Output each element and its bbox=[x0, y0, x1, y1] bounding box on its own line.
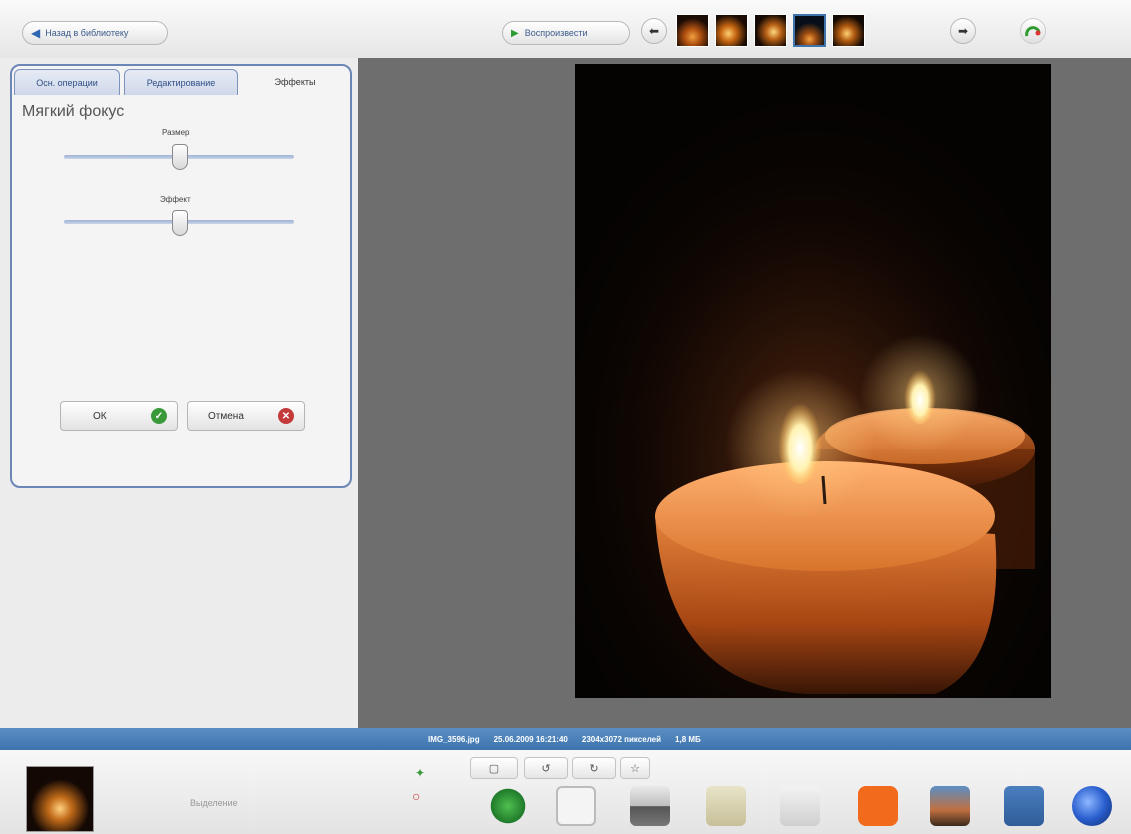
effect-slider-thumb[interactable] bbox=[172, 210, 188, 236]
status-filename: IMG_3596.jpg bbox=[428, 734, 480, 744]
fit-view-button[interactable]: ▢ bbox=[470, 757, 518, 779]
tab-editing-label: Редактирование bbox=[146, 77, 216, 88]
tab-editing[interactable]: Редактирование bbox=[124, 69, 238, 95]
status-filesize: 1,8 МБ bbox=[675, 734, 701, 744]
email-icon[interactable] bbox=[556, 786, 596, 826]
status-datetime: 25.06.2009 16:21:40 bbox=[493, 734, 568, 744]
filmstrip-thumbnail[interactable] bbox=[832, 14, 865, 47]
play-label: Воспроизвести bbox=[524, 28, 588, 38]
movie-icon[interactable] bbox=[1004, 786, 1044, 826]
size-label: Размер bbox=[162, 128, 190, 137]
selection-preview-thumbnail[interactable] bbox=[26, 766, 94, 832]
candles-photo bbox=[575, 64, 1051, 698]
status-bar: IMG_3596.jpg 25.06.2009 16:21:40 2304x30… bbox=[0, 728, 1131, 750]
blogger-icon[interactable] bbox=[858, 786, 898, 826]
fit-icon: ▢ bbox=[488, 762, 500, 775]
rotate-left-button[interactable]: ↺ bbox=[524, 757, 568, 779]
size-slider-thumb[interactable] bbox=[172, 144, 188, 170]
ok-button[interactable]: ОК ✓ bbox=[60, 401, 178, 431]
tab-effects[interactable]: Эффекты bbox=[242, 69, 348, 95]
rotate-arrow-icon bbox=[1025, 26, 1041, 37]
back-to-library-label: Назад в библиотеку bbox=[45, 28, 129, 38]
left-arrow-icon: ⬅ bbox=[648, 24, 660, 38]
checkmark-icon: ✓ bbox=[151, 408, 167, 424]
photo-image bbox=[575, 64, 1051, 698]
previous-photo-button[interactable]: ⬅ bbox=[641, 18, 667, 44]
tab-effects-label: Эффекты bbox=[274, 77, 316, 87]
star-button[interactable]: ☆ bbox=[620, 757, 650, 779]
back-arrow-icon: ◀ bbox=[31, 26, 41, 40]
cancel-icon: ✕ bbox=[278, 408, 294, 424]
folder-icon[interactable] bbox=[706, 786, 746, 826]
filmstrip-thumbnail-selected[interactable] bbox=[793, 14, 826, 47]
star-icon: ☆ bbox=[630, 762, 640, 775]
add-to-tray-icon[interactable]: ✦ bbox=[415, 766, 425, 780]
filmstrip-thumbnail[interactable] bbox=[754, 14, 787, 47]
remove-from-tray-icon[interactable]: ○ bbox=[412, 788, 420, 804]
google-earth-icon[interactable] bbox=[1072, 786, 1112, 826]
filmstrip-thumbnail[interactable] bbox=[676, 14, 709, 47]
tab-basic-operations-label: Осн. операции bbox=[36, 77, 98, 88]
print-icon[interactable] bbox=[630, 786, 670, 826]
desktop-wallpaper-icon[interactable] bbox=[930, 786, 970, 826]
right-arrow-icon: ➡ bbox=[957, 24, 969, 38]
play-icon: ▶ bbox=[511, 27, 519, 39]
collage-icon[interactable] bbox=[780, 786, 820, 826]
rotate-right-icon: ↻ bbox=[589, 762, 599, 775]
rotate-left-icon: ↺ bbox=[541, 762, 551, 775]
ok-label: ОК bbox=[93, 410, 107, 422]
cancel-button[interactable]: Отмена ✕ bbox=[187, 401, 305, 431]
status-dimensions: 2304x3072 пикселей bbox=[581, 734, 662, 744]
next-photo-button[interactable]: ➡ bbox=[950, 18, 976, 44]
effect-title: Мягкий фокус bbox=[22, 103, 125, 120]
effect-label: Эффект bbox=[160, 195, 191, 204]
upload-icon[interactable] bbox=[488, 786, 528, 826]
play-slideshow-button[interactable]: ▶ Воспроизвести bbox=[502, 21, 630, 45]
selection-preview-label: Выделение bbox=[190, 798, 238, 808]
rotate-view-button[interactable] bbox=[1020, 18, 1046, 44]
back-to-library-button[interactable]: ◀ Назад в библиотеку bbox=[22, 21, 168, 45]
filmstrip-thumbnail[interactable] bbox=[715, 14, 748, 47]
tab-basic-operations[interactable]: Осн. операции bbox=[14, 69, 120, 95]
rotate-right-button[interactable]: ↻ bbox=[572, 757, 616, 779]
cancel-label: Отмена bbox=[208, 410, 244, 422]
